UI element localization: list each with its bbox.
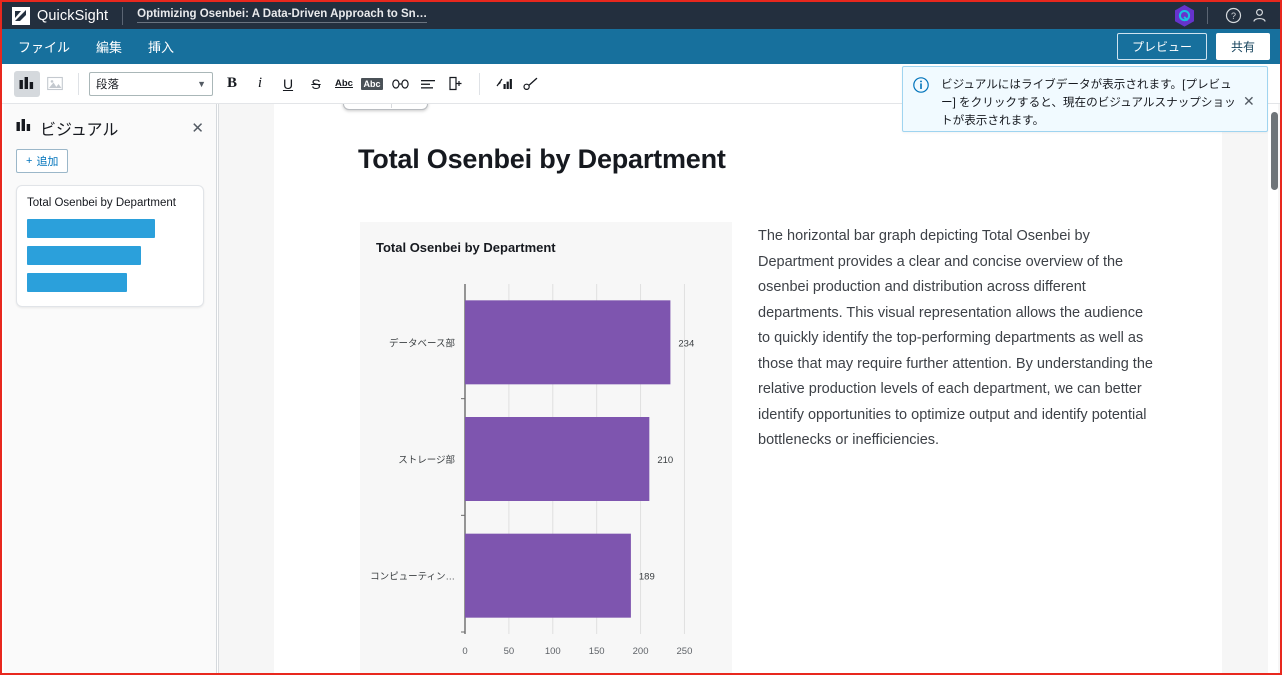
close-icon[interactable]: ✕ [191,121,204,136]
share-button[interactable]: 共有 [1215,33,1270,60]
svg-text:210: 210 [657,455,673,466]
bar-chart-icon[interactable] [14,70,40,97]
menu-edit[interactable]: 編集 [86,33,132,60]
canvas-edge [218,104,219,673]
insert-page-icon[interactable] [443,71,469,97]
menu-insert[interactable]: 挿入 [138,33,184,60]
image-icon[interactable] [42,71,68,97]
underline-button[interactable]: U [275,71,301,97]
bold-button[interactable]: B [219,71,245,97]
svg-text:ストレージ部: ストレージ部 [398,454,455,466]
svg-text:234: 234 [678,338,694,349]
add-visual-button[interactable]: + 追加 [16,149,69,173]
preview-button[interactable]: プレビュー [1116,33,1207,60]
thumbnail-bar [27,246,141,265]
paragraph-style-value: 段落 [96,78,119,91]
text-color-label: Abc [335,78,353,89]
visuals-panel-header: ビジュアル ✕ [16,116,204,140]
live-data-notification: ビジュアルにはライブデータが表示されます。[プレビュー] をクリックすると、現在… [902,66,1268,132]
floating-toolbar-divider [391,104,392,108]
chevron-down-icon: ▼ [197,78,206,89]
embedded-visual[interactable]: Total Osenbei by Department 0 50 100 150 200… [360,222,732,675]
quicksight-brand[interactable]: QuickSight [12,6,109,25]
document-title[interactable]: Optimizing Osenbei: A Data-Driven Approa… [137,8,428,23]
info-circle-icon [913,77,933,131]
thumbnail-bar [27,273,127,292]
strikethrough-button[interactable]: S [303,71,329,97]
top-navigation-bar: QuickSight Optimizing Osenbei: A Data-Dr… [2,2,1280,29]
toolbar-divider-1 [78,72,79,95]
highlight-label: Abc [361,77,383,90]
plus-icon: + [26,155,33,167]
menu-file[interactable]: ファイル [8,33,80,60]
brand-divider [122,6,124,25]
quicksight-window: QuickSight Optimizing Osenbei: A Data-Dr… [0,0,1282,675]
brand-name: QuickSight [37,7,109,24]
floating-block-toolbar[interactable] [343,104,428,110]
svg-text:データベース部: データベース部 [389,337,455,349]
document-page[interactable]: Total Osenbei by Department Total Osenbe… [274,104,1222,675]
align-left-icon[interactable] [415,71,441,97]
paragraph-style-select[interactable]: 段落 ▼ [89,71,213,96]
vertical-scrollbar-thumb[interactable] [1271,112,1278,190]
visual-thumbnail-title: Total Osenbei by Department [27,197,176,209]
link-icon[interactable] [387,71,413,97]
svg-text:189: 189 [639,572,655,583]
add-visual-label: 追加 [36,156,59,168]
svg-text:200: 200 [633,646,649,657]
highlight-color-button[interactable]: Abc [359,71,385,97]
menu-bar-actions: プレビュー 共有 [1116,33,1270,60]
menu-bar: ファイル 編集 挿入 プレビュー 共有 [2,29,1280,64]
svg-text:250: 250 [677,646,693,657]
top-bar-actions: ? [1174,3,1272,29]
svg-text:100: 100 [545,646,561,657]
svg-text:コンピューティン…: コンピューティン… [370,572,455,583]
visual-thumbnail-card[interactable]: Total Osenbei by Department [16,185,204,307]
user-account-icon[interactable] [1246,3,1272,29]
svg-text:50: 50 [504,646,515,657]
horizontal-bar-chart[interactable]: 0 50 100 150 200 250 データベース部 234 ストレージ部 210 コンピューテ… [360,272,732,675]
insight-chart-icon[interactable] [490,71,516,97]
text-color-button[interactable]: Abc [331,71,357,97]
format-brush-icon[interactable] [518,71,544,97]
actions-divider [1207,7,1208,24]
svg-text:?: ? [1230,11,1235,21]
amazon-q-icon[interactable] [1174,4,1195,27]
bar-chart-icon [16,118,33,138]
body-paragraph[interactable]: The horizontal bar graph depicting Total… [758,224,1158,454]
help-circle-icon[interactable]: ? [1220,3,1246,29]
visual-title: Total Osenbei by Department [376,240,556,255]
toolbar-divider-2 [479,72,480,95]
quicksight-logo-icon [12,6,30,25]
svg-text:0: 0 [462,646,467,657]
notification-message: ビジュアルにはライブデータが表示されます。[プレビュー] をクリックすると、現在… [941,78,1236,127]
close-icon[interactable]: ✕ [1243,94,1259,131]
visuals-panel-title: ビジュアル [40,122,119,139]
thumbnail-bar [27,219,155,238]
svg-text:150: 150 [589,646,605,657]
italic-button[interactable]: i [247,71,273,97]
visuals-side-panel: ビジュアル ✕ + 追加 Total Osenbei by Department [4,104,217,673]
page-title[interactable]: Total Osenbei by Department [358,144,726,175]
document-canvas: Total Osenbei by Department Total Osenbe… [218,104,1280,675]
